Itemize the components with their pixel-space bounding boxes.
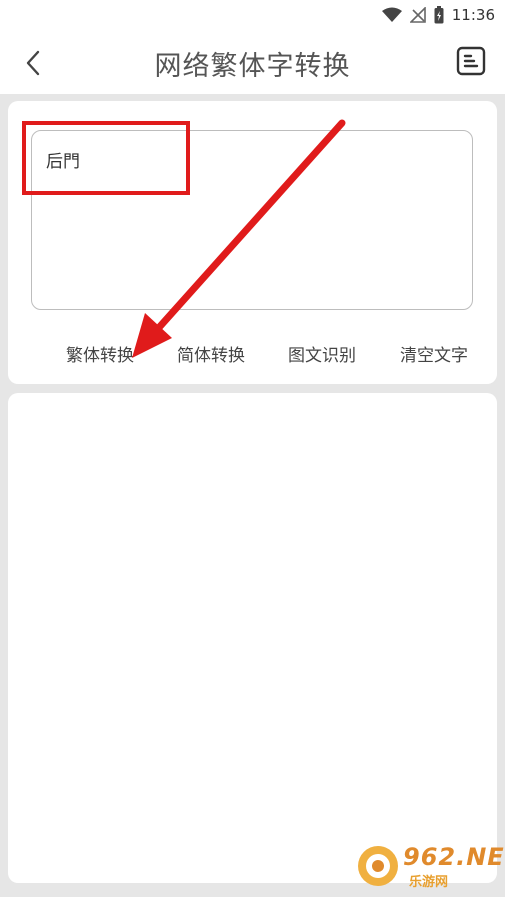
page-title: 网络繁体字转换: [154, 51, 351, 82]
text-input-area[interactable]: 后門: [31, 130, 473, 310]
watermark: 962.NET 乐游网: [355, 843, 505, 891]
status-icons: 11:36: [381, 5, 495, 25]
status-bar: 11:36: [0, 0, 505, 30]
watermark-logo-icon: [358, 846, 398, 886]
wifi-icon: [381, 7, 402, 22]
input-card: 后門 繁体转换 简体转换 图文识别 清空文字: [8, 101, 497, 384]
watermark-brand: 962.NET: [403, 843, 505, 871]
action-bar: 繁体转换 简体转换 图文识别 清空文字: [8, 341, 497, 371]
history-button[interactable]: [455, 45, 487, 77]
clear-text-button[interactable]: 清空文字: [400, 341, 468, 366]
app-header: 网络繁体字转换: [0, 30, 505, 94]
traditional-convert-button[interactable]: 繁体转换: [66, 341, 134, 366]
document-list-icon: [456, 46, 486, 76]
input-text: 后門: [46, 152, 80, 172]
no-signal-icon: [409, 7, 426, 23]
clock: 11:36: [451, 6, 495, 24]
image-text-recognition-button[interactable]: 图文识别: [288, 341, 356, 366]
simplified-convert-button[interactable]: 简体转换: [177, 341, 245, 366]
watermark-subtitle: 乐游网: [409, 875, 449, 890]
result-card: [8, 393, 497, 883]
battery-charging-icon: [434, 6, 444, 24]
